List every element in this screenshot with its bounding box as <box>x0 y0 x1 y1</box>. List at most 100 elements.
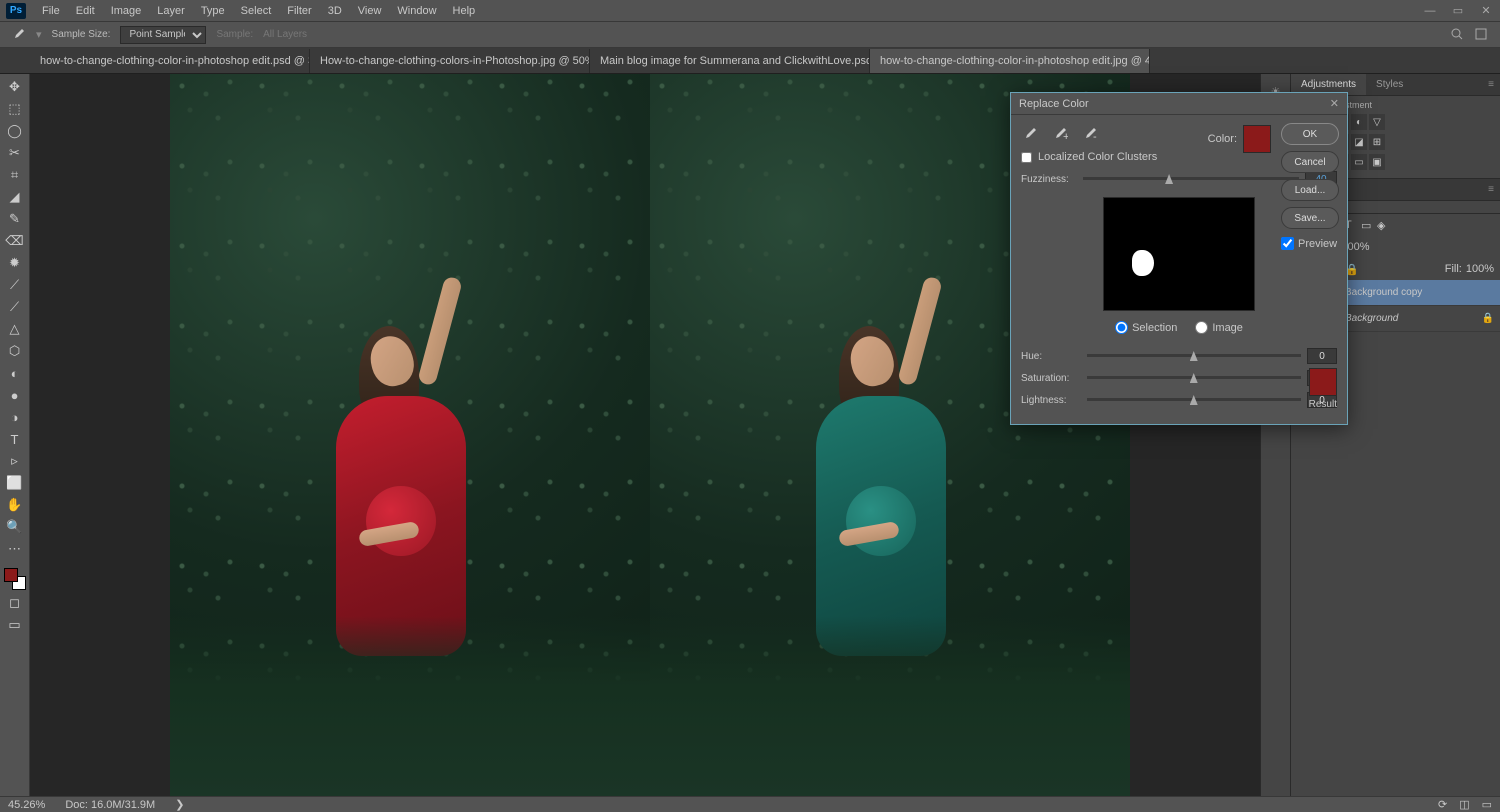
fill-label: Fill: <box>1445 263 1462 275</box>
layer-name[interactable]: Background copy <box>1345 287 1422 298</box>
zoom-level[interactable]: 45.26% <box>8 799 45 811</box>
brush-tool-icon[interactable]: ✹ <box>4 254 26 272</box>
menu-help[interactable]: Help <box>445 5 484 17</box>
adj-select-icon[interactable]: ▣ <box>1369 154 1385 170</box>
menu-filter[interactable]: Filter <box>279 5 319 17</box>
filter-shape-icon[interactable]: ▭ <box>1361 219 1373 231</box>
color-swatch[interactable] <box>1243 125 1271 153</box>
menu-type[interactable]: Type <box>193 5 233 17</box>
saturation-slider[interactable] <box>1087 371 1301 385</box>
dialog-title: Replace Color <box>1019 98 1089 110</box>
options-bar: ▾ Sample Size: Point Sample Sample: All … <box>0 22 1500 48</box>
layer-name[interactable]: Background <box>1345 313 1398 324</box>
zoom-tool-icon[interactable]: 🔍 <box>4 518 26 536</box>
menu-image[interactable]: Image <box>103 5 150 17</box>
tab-doc-1[interactable]: how-to-change-clothing-color-in-photosho… <box>30 49 310 73</box>
blur-tool-icon[interactable]: ◐ <box>4 364 26 382</box>
shape-tool-icon[interactable]: ⬜ <box>4 474 26 492</box>
type-tool-icon[interactable]: T <box>4 430 26 448</box>
sync-icon[interactable]: ⟳ <box>1438 798 1447 811</box>
marquee-tool-icon[interactable]: ⬚ <box>4 100 26 118</box>
lock-icon[interactable]: 🔒 <box>1482 313 1494 324</box>
hand-tool-icon[interactable]: ✋ <box>4 496 26 514</box>
expand-icon[interactable]: ▭ <box>1482 798 1492 811</box>
eyedropper-icon[interactable] <box>1021 125 1039 143</box>
crop-tool-icon[interactable]: ⌗ <box>4 166 26 184</box>
localized-checkbox[interactable] <box>1021 152 1032 163</box>
eraser-tool-icon[interactable]: △ <box>4 320 26 338</box>
stamp-tool-icon[interactable]: ⟋ <box>4 276 26 294</box>
dialog-titlebar[interactable]: Replace Color ✕ <box>1011 93 1347 115</box>
adj-exposure-icon[interactable]: ◐ <box>1351 114 1367 130</box>
color-label: Color: <box>1208 133 1237 145</box>
heal-tool-icon[interactable]: ⌫ <box>4 232 26 250</box>
fill-value[interactable]: 100% <box>1466 263 1494 275</box>
history-brush-tool-icon[interactable]: ⟋ <box>4 298 26 316</box>
menu-view[interactable]: View <box>350 5 390 17</box>
adj-mixer-icon[interactable]: ◪ <box>1351 134 1367 150</box>
eyedropper-add-icon[interactable]: + <box>1051 125 1069 143</box>
lightness-slider[interactable] <box>1087 393 1301 407</box>
adj-gradmap-icon[interactable]: ▭ <box>1351 154 1367 170</box>
sample-size-select[interactable]: Point Sample <box>120 26 206 44</box>
eyedropper-tool-icon[interactable]: ✎ <box>4 210 26 228</box>
lasso-tool-icon[interactable]: ◯ <box>4 122 26 140</box>
filter-smart-icon[interactable]: ◈ <box>1377 219 1389 231</box>
frame-tool-icon[interactable]: ◢ <box>4 188 26 206</box>
close-icon[interactable]: ✕ <box>1472 1 1500 21</box>
move-tool-icon[interactable]: ✥ <box>4 78 26 96</box>
sample-label: Sample: <box>216 29 253 40</box>
more-tools-icon[interactable]: ⋯ <box>4 540 26 558</box>
menu-edit[interactable]: Edit <box>68 5 103 17</box>
workspace-icon[interactable] <box>1474 27 1490 43</box>
adj-lookup-icon[interactable]: ⊞ <box>1369 134 1385 150</box>
maximize-icon[interactable]: ▭ <box>1444 1 1472 21</box>
ok-button[interactable]: OK <box>1281 123 1339 145</box>
svg-text:+: + <box>1063 131 1068 142</box>
dodge-tool-icon[interactable]: ● <box>4 386 26 404</box>
menu-3d[interactable]: 3D <box>320 5 350 17</box>
panel-menu-icon[interactable]: ≡ <box>1482 179 1500 200</box>
hue-input[interactable] <box>1307 348 1337 364</box>
tab-doc-4[interactable]: how-to-change-clothing-color-in-photosho… <box>870 49 1150 73</box>
path-tool-icon[interactable]: ▹ <box>4 452 26 470</box>
image-radio[interactable]: Image <box>1195 321 1243 334</box>
foreground-swatch[interactable] <box>4 568 18 582</box>
color-swatches[interactable] <box>4 568 26 590</box>
dim-icon[interactable]: ◫ <box>1459 798 1469 811</box>
doc-size[interactable]: Doc: 16.0M/31.9M <box>65 799 155 811</box>
fuzziness-slider[interactable] <box>1083 172 1299 186</box>
pen-tool-icon[interactable]: ◑ <box>4 408 26 426</box>
fuzziness-label: Fuzziness: <box>1021 174 1077 185</box>
quick-select-tool-icon[interactable]: ✂ <box>4 144 26 162</box>
adj-vibrance-icon[interactable]: ▽ <box>1369 114 1385 130</box>
sample-size-label: Sample Size: <box>52 29 111 40</box>
minimize-icon[interactable]: — <box>1416 1 1444 21</box>
hue-slider[interactable] <box>1087 349 1301 363</box>
search-icon[interactable] <box>1450 27 1466 43</box>
gradient-tool-icon[interactable]: ⬡ <box>4 342 26 360</box>
close-icon[interactable]: ✕ <box>1330 97 1339 110</box>
eyedropper-sub-icon[interactable]: - <box>1081 125 1099 143</box>
screen-mode-icon[interactable]: ▭ <box>4 616 26 634</box>
tab-doc-3[interactable]: Main blog image for Summerana and Clickw… <box>590 49 870 73</box>
tab-styles[interactable]: Styles <box>1366 74 1413 95</box>
menubar: Ps File Edit Image Layer Type Select Fil… <box>0 0 1500 22</box>
save-button[interactable]: Save... <box>1281 207 1339 229</box>
menu-file[interactable]: File <box>34 5 68 17</box>
menu-layer[interactable]: Layer <box>149 5 193 17</box>
menu-select[interactable]: Select <box>233 5 280 17</box>
chevron-right-icon[interactable]: ❯ <box>175 798 184 811</box>
cancel-button[interactable]: Cancel <box>1281 151 1339 173</box>
saturation-label: Saturation: <box>1021 373 1081 384</box>
panel-menu-icon[interactable]: ≡ <box>1482 74 1500 95</box>
selection-radio[interactable]: Selection <box>1115 321 1177 334</box>
eyedropper-icon[interactable] <box>10 27 26 43</box>
replace-color-dialog: Replace Color ✕ + - Color: OK Cancel Loa… <box>1010 92 1348 425</box>
result-swatch[interactable] <box>1309 368 1337 396</box>
mask-mode-icon[interactable]: ◻ <box>4 594 26 612</box>
tab-doc-2[interactable]: How-to-change-clothing-colors-in-Photosh… <box>310 49 590 73</box>
menu-window[interactable]: Window <box>389 5 444 17</box>
hue-label: Hue: <box>1021 351 1081 362</box>
preview-checkbox[interactable]: Preview <box>1281 237 1339 250</box>
